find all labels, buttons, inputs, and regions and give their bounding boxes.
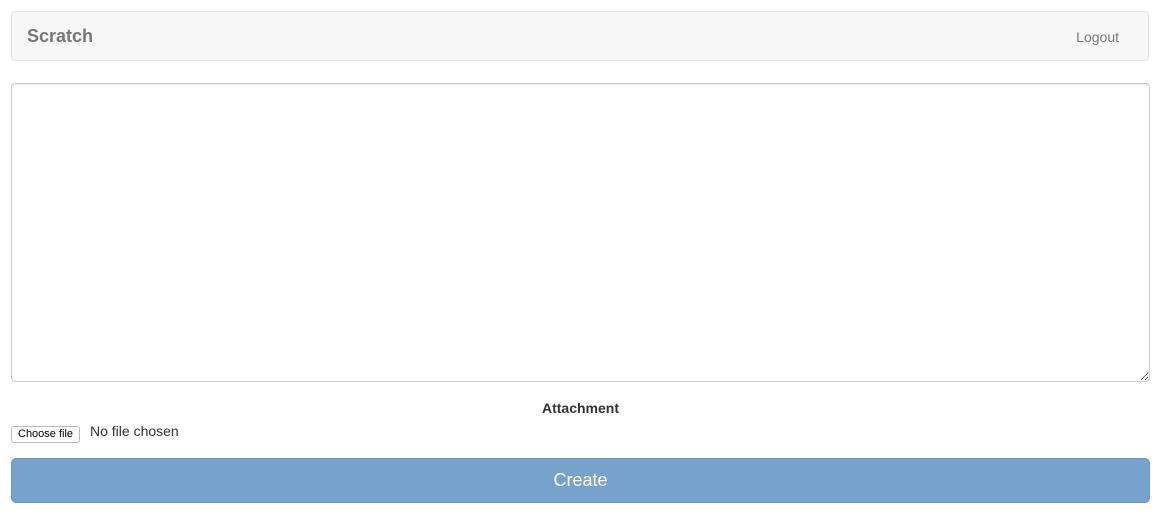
logout-link[interactable]: Logout (1076, 29, 1119, 45)
file-status-text: No file chosen (90, 423, 179, 439)
choose-file-button[interactable]: Choose file (11, 426, 81, 443)
brand-logo[interactable]: Scratch (27, 26, 93, 47)
create-button[interactable]: Create (11, 458, 1150, 503)
note-content-textarea[interactable] (11, 83, 1150, 382)
attachment-label: Attachment (541, 400, 619, 416)
navbar: Scratch Logout (11, 11, 1149, 61)
